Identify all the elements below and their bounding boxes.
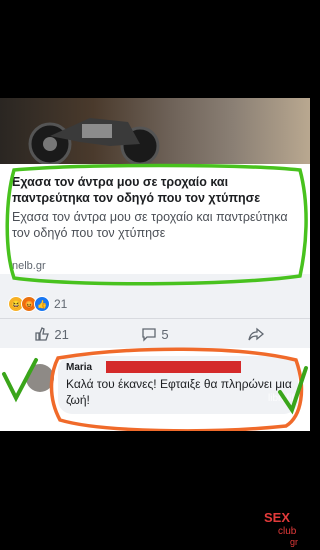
like-button[interactable]: 21 [0,326,103,342]
comment-button[interactable]: 5 [103,326,206,342]
like-count: 21 [54,326,69,342]
link-domain: nelb.gr [12,260,46,272]
comment: Maria Καλά του έκανες! Εφταιξε θα πληρών… [0,348,310,431]
comment-icon [142,328,157,342]
like-icon: 👍 [34,296,50,312]
svg-text:gr: gr [290,537,298,547]
link-preview[interactable]: Εχασα τον άντρα μου σε τροχαίο και παντρ… [0,164,310,274]
svg-text:club: club [278,526,297,537]
comment-count: 5 [161,326,169,342]
comment-bubble: Maria Καλά του έκανες! Εφταιξε θα πληρών… [58,356,310,414]
brand-logo: SEX club gr [264,510,298,547]
motorcycle-icon [28,118,160,164]
svg-text:SEX: SEX [264,510,290,525]
post-image[interactable] [0,98,310,164]
comment-author[interactable]: Maria [66,362,92,373]
reaction-summary[interactable]: 😆 😡 👍 21 [8,296,67,312]
comment-text: Καλά του έκανες! Εφταιξε θα πληρώνει μια… [66,377,292,407]
action-bar: 21 5 [0,318,310,350]
share-button[interactable] [207,326,310,342]
link-description: Εχασα τον άντρα μου σε τροχαίο και παντρ… [12,210,288,240]
watermark: libralife.gr [268,393,310,404]
avatar[interactable] [26,364,54,392]
link-headline[interactable]: Εχασα τον άντρα μου σε τροχαίο και παντρ… [12,174,302,206]
redaction-bar [106,361,241,373]
thumbs-up-icon [35,327,50,341]
reaction-count: 21 [54,297,68,311]
share-icon [248,327,265,341]
screenshot: Εχασα τον άντρα μου σε τροχαίο και παντρ… [0,98,310,431]
